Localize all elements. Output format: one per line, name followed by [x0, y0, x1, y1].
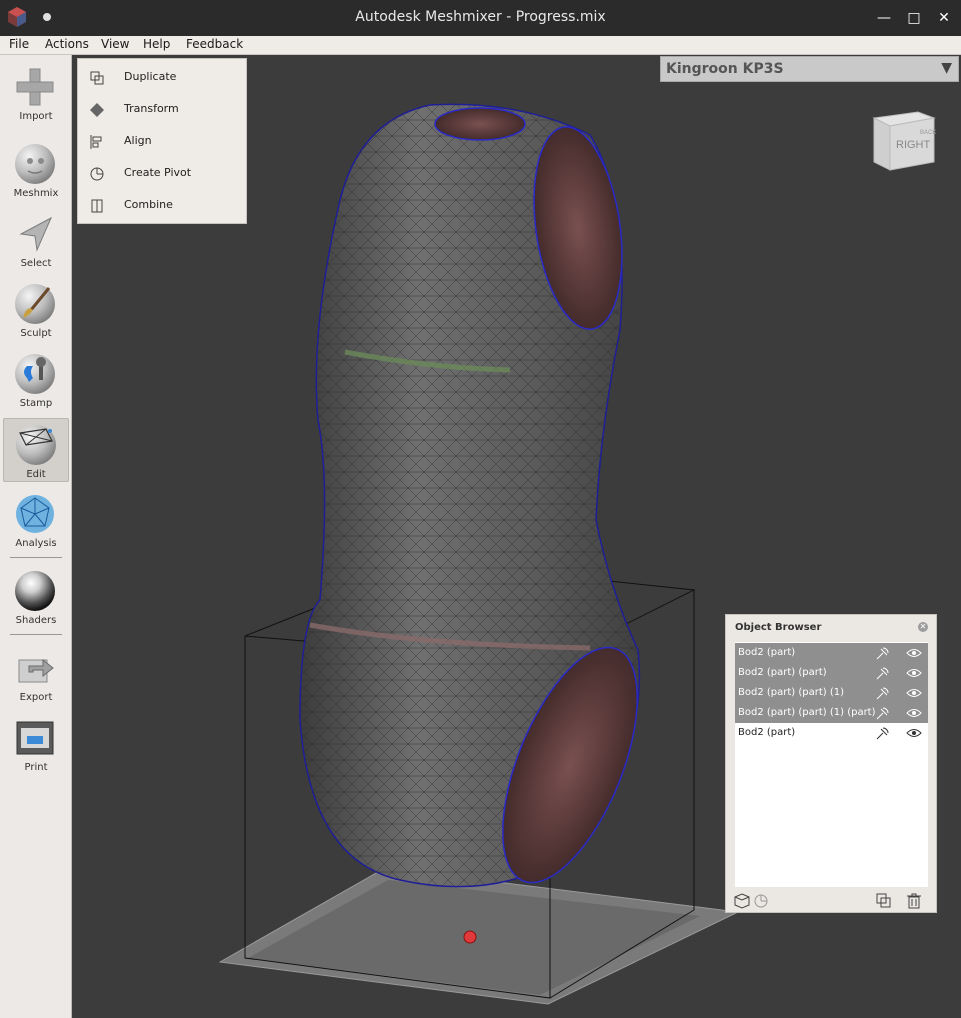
tool-stamp[interactable]: Stamp: [3, 348, 69, 412]
view-cube[interactable]: RIGHT BACK: [868, 104, 940, 176]
object-row[interactable]: Bod2 (part) (part) (1) (part): [735, 703, 928, 723]
menu-actions[interactable]: Actions: [45, 37, 89, 51]
object-name: Bod2 (part) (part) (1) (part): [738, 707, 876, 718]
tool-label: Export: [19, 692, 53, 703]
pick-icon[interactable]: [875, 727, 889, 740]
duplicate-icon: [90, 71, 104, 85]
pick-icon[interactable]: [875, 647, 889, 660]
close-icon[interactable]: ✕: [918, 622, 928, 632]
analysis-icon: [16, 495, 54, 533]
align-menu-item[interactable]: Align: [78, 127, 246, 157]
object-browser-footer: [726, 891, 938, 913]
align-icon: [90, 135, 102, 149]
object-name: Bod2 (part): [738, 647, 796, 658]
eye-icon[interactable]: [906, 667, 922, 679]
viewcube-side-label: BACK: [920, 130, 936, 136]
menu-file[interactable]: File: [9, 37, 29, 51]
edit-menu-popup: Duplicate Transform Align Create Pivot C…: [77, 58, 247, 224]
maximize-button[interactable]: □: [904, 8, 924, 28]
pick-icon[interactable]: [875, 707, 889, 720]
object-list: Bod2 (part) Bod2 (part) (part) Bod2 (par…: [735, 642, 928, 887]
tool-label: Select: [20, 258, 52, 269]
edit-icon: [19, 428, 53, 446]
transform-icon: [90, 103, 104, 117]
trash-icon[interactable]: [906, 893, 922, 909]
duplicate-menu-item[interactable]: Duplicate: [78, 63, 246, 93]
transform-menu-item[interactable]: Transform: [78, 95, 246, 125]
tool-label: Edit: [26, 469, 46, 480]
eye-icon[interactable]: [906, 707, 922, 719]
object-row[interactable]: Bod2 (part) (part) (1): [735, 683, 928, 703]
menu-bar: File Actions View Help Feedback: [0, 36, 961, 55]
menu-item-label: Align: [124, 134, 152, 147]
left-toolbar: Import Meshmix Select Sculpt Stamp Edit …: [0, 55, 72, 1018]
menu-feedback[interactable]: Feedback: [186, 37, 243, 51]
close-button[interactable]: ✕: [934, 8, 954, 28]
tool-label: Analysis: [15, 538, 57, 549]
pivot-icon[interactable]: [753, 893, 769, 909]
eye-icon[interactable]: [906, 647, 922, 659]
object-row[interactable]: Bod2 (part) (part): [735, 663, 928, 683]
menu-item-label: Combine: [124, 198, 173, 211]
stamp-icon: [24, 357, 46, 382]
menu-view[interactable]: View: [101, 37, 129, 51]
title-bar: Autodesk Meshmixer - Progress.mix — □ ✕: [0, 0, 961, 36]
tool-analysis[interactable]: Analysis: [3, 488, 69, 552]
combine-menu-item[interactable]: Combine: [78, 191, 246, 221]
object-row[interactable]: Bod2 (part): [735, 723, 928, 743]
tool-print[interactable]: Print: [3, 712, 69, 776]
tool-label: Import: [19, 111, 53, 122]
object-name: Bod2 (part): [738, 727, 796, 738]
object-row[interactable]: Bod2 (part): [735, 643, 928, 663]
tool-select[interactable]: Select: [3, 208, 69, 272]
combine-icon: [91, 199, 103, 213]
menu-item-label: Create Pivot: [124, 166, 192, 179]
tool-import[interactable]: Import: [3, 61, 69, 125]
tool-sculpt[interactable]: Sculpt: [3, 278, 69, 342]
toolbar-divider: [10, 634, 62, 635]
tool-label: Sculpt: [20, 328, 52, 339]
minimize-button[interactable]: —: [874, 8, 894, 28]
menu-item-label: Duplicate: [124, 70, 177, 83]
shaders-icon: [15, 571, 55, 611]
viewcube-face-label: RIGHT: [896, 139, 931, 151]
caret-down-icon: ▼: [941, 60, 952, 76]
object-name: Bod2 (part) (part) (1): [738, 687, 845, 698]
print-icon: [16, 721, 54, 755]
neck-opening: [434, 107, 526, 141]
menu-item-label: Transform: [124, 102, 179, 115]
create-pivot-menu-item[interactable]: Create Pivot: [78, 159, 246, 189]
duplicate-icon[interactable]: [876, 893, 892, 909]
cube-icon[interactable]: [734, 893, 750, 909]
tool-label: Shaders: [15, 615, 57, 626]
tool-meshmix[interactable]: Meshmix: [3, 138, 69, 202]
pivot-marker[interactable]: [463, 930, 477, 944]
sculpt-brush-icon: [23, 287, 51, 318]
window-title: Autodesk Meshmixer - Progress.mix: [355, 9, 606, 25]
tool-label: Stamp: [19, 398, 53, 409]
tool-label: Meshmix: [13, 188, 59, 199]
printer-name: Kingroon KP3S: [666, 61, 784, 77]
eye-icon[interactable]: [906, 687, 922, 699]
pick-icon[interactable]: [875, 687, 889, 700]
tool-label: Print: [24, 762, 48, 773]
object-browser-title: Object Browser: [735, 622, 822, 633]
export-icon: [18, 658, 54, 683]
pick-icon[interactable]: [875, 667, 889, 680]
tool-shaders[interactable]: Shaders: [3, 565, 69, 629]
tool-edit[interactable]: Edit: [3, 418, 69, 482]
face-glyph: [27, 158, 44, 174]
select-arrow-icon: [19, 216, 53, 252]
object-name: Bod2 (part) (part): [738, 667, 827, 678]
menu-help[interactable]: Help: [143, 37, 170, 51]
pivot-icon: [90, 167, 104, 181]
tool-export[interactable]: Export: [3, 642, 69, 706]
eye-icon[interactable]: [906, 727, 922, 739]
toolbar-divider: [10, 557, 62, 558]
plus-icon: [16, 68, 54, 106]
object-browser-panel: Object Browser ✕ Bod2 (part) Bod2 (part)…: [725, 614, 937, 913]
printer-select[interactable]: Kingroon KP3S ▼: [660, 56, 959, 82]
